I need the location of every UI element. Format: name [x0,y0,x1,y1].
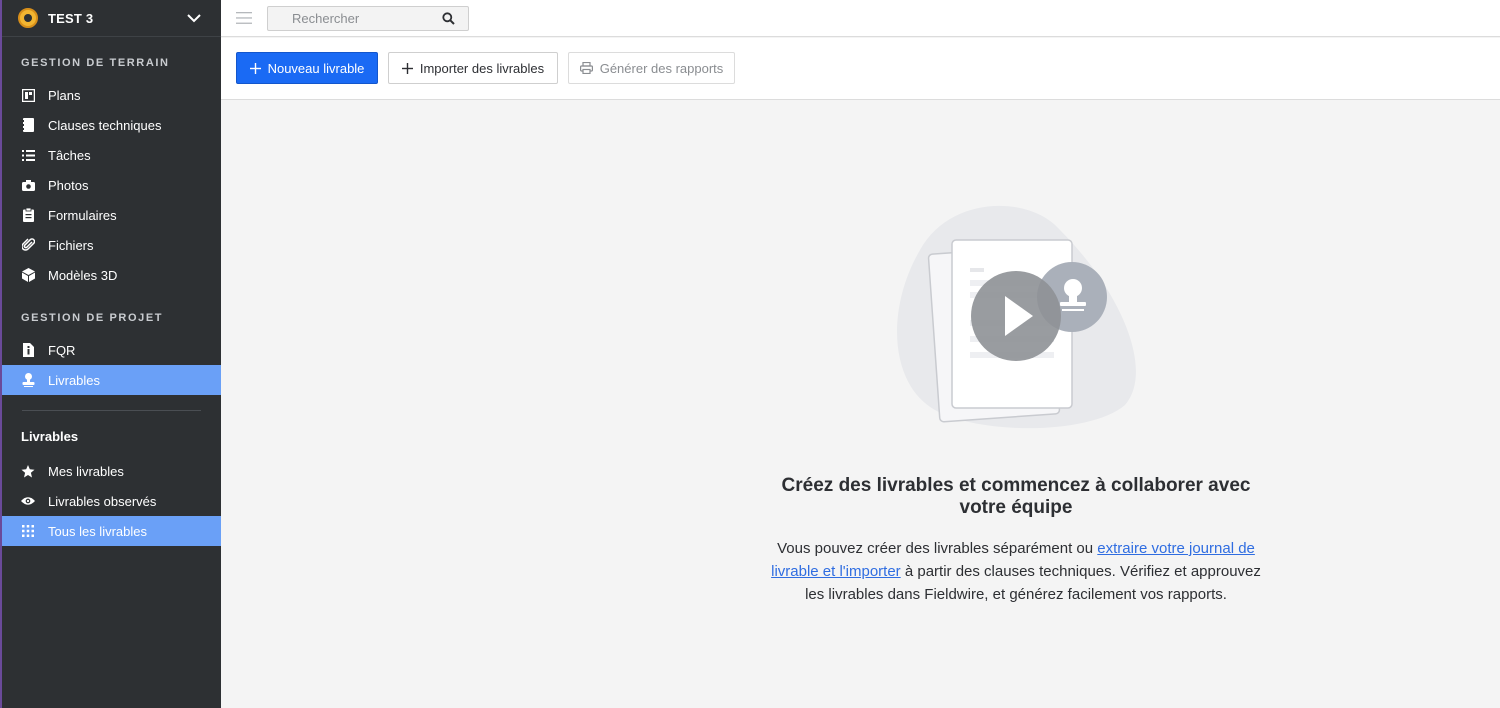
sidebar-item-label: Tous les livrables [48,523,147,539]
sidebar-item-label: Plans [48,87,81,103]
search-icon[interactable] [442,11,455,25]
plans-icon [21,88,35,102]
empty-state-description: Vous pouvez créer des livrables séparéme… [761,537,1271,606]
search-placeholder: Rechercher [292,10,360,26]
empty-state-text-before: Vous pouvez créer des livrables séparéme… [777,540,1098,557]
sidebar-item-photos[interactable]: Photos [2,170,221,200]
plus-icon [249,62,261,74]
sidebar-item-label: FQR [48,342,76,358]
toolbar: Nouveau livrable Importer des livrables … [221,38,1500,100]
section-title-projet: GESTION DE PROJET [21,312,164,324]
sidebar-item-plans[interactable]: Plans [2,80,221,110]
sidebar-item-label: Modèles 3D [48,267,118,283]
sidebar-item-mes-livrables[interactable]: Mes livrables [2,456,221,486]
sidebar-item-label: Fichiers [48,237,94,253]
sidebar-item-clauses[interactable]: Clauses techniques [2,110,221,140]
sidebar-item-label: Formulaires [48,207,117,223]
sidebar-item-formulaires[interactable]: Formulaires [2,200,221,230]
sidebar-item-fqr[interactable]: FQR [2,335,221,365]
printer-icon [579,62,593,74]
empty-state-illustration [897,205,1136,429]
sidebar-item-label: Livrables observés [48,493,157,509]
top-bar: Rechercher [221,0,1500,37]
project-selector[interactable]: TEST 3 [2,0,221,37]
stamp-icon [21,373,35,387]
tasks-icon [21,148,35,162]
chevron-down-icon[interactable] [185,9,203,27]
sidebar-item-label: Clauses techniques [48,117,162,133]
clipboard-icon [21,208,35,222]
sidebar: TEST 3 GESTION DE TERRAIN Plans Clauses … [0,0,221,708]
new-deliverable-label: Nouveau livrable [267,60,365,76]
sidebar-item-label: Tâches [48,147,91,163]
sidebar-item-modeles-3d[interactable]: Modèles 3D [2,260,221,290]
grid-icon [21,524,35,538]
section-title-terrain: GESTION DE TERRAIN [21,57,170,69]
sidebar-item-label: Photos [48,177,89,193]
plus-icon [401,62,413,74]
sidebar-item-label: Livrables [48,372,101,388]
hamburger-menu-icon[interactable] [236,12,252,24]
sidebar-item-taches[interactable]: Tâches [2,140,221,170]
import-deliverables-label: Importer des livrables [419,60,545,76]
sidebar-subsection-title: Livrables [21,429,79,444]
project-logo-icon [18,8,38,28]
sidebar-item-livrables[interactable]: Livrables [2,365,221,395]
empty-state-title: Créez des livrables et commencez à colla… [781,475,1251,518]
info-file-icon [21,343,35,357]
generate-reports-button[interactable]: Générer des rapports [568,52,735,84]
sidebar-item-tous-les-livrables[interactable]: Tous les livrables [2,516,221,546]
specs-icon [21,118,35,132]
project-name: TEST 3 [48,10,94,26]
star-icon [21,464,35,478]
search-input[interactable]: Rechercher [267,5,469,31]
sidebar-item-livrables-observes[interactable]: Livrables observés [2,486,221,516]
eye-icon [21,494,35,508]
sidebar-divider [22,410,201,411]
camera-icon [21,178,35,192]
sidebar-item-fichiers[interactable]: Fichiers [2,230,221,260]
paperclip-icon [21,238,35,252]
generate-reports-label: Générer des rapports [599,60,724,76]
new-deliverable-button[interactable]: Nouveau livrable [236,52,378,84]
import-deliverables-button[interactable]: Importer des livrables [388,52,558,84]
cube-icon [21,268,35,282]
sidebar-item-label: Mes livrables [48,463,124,479]
